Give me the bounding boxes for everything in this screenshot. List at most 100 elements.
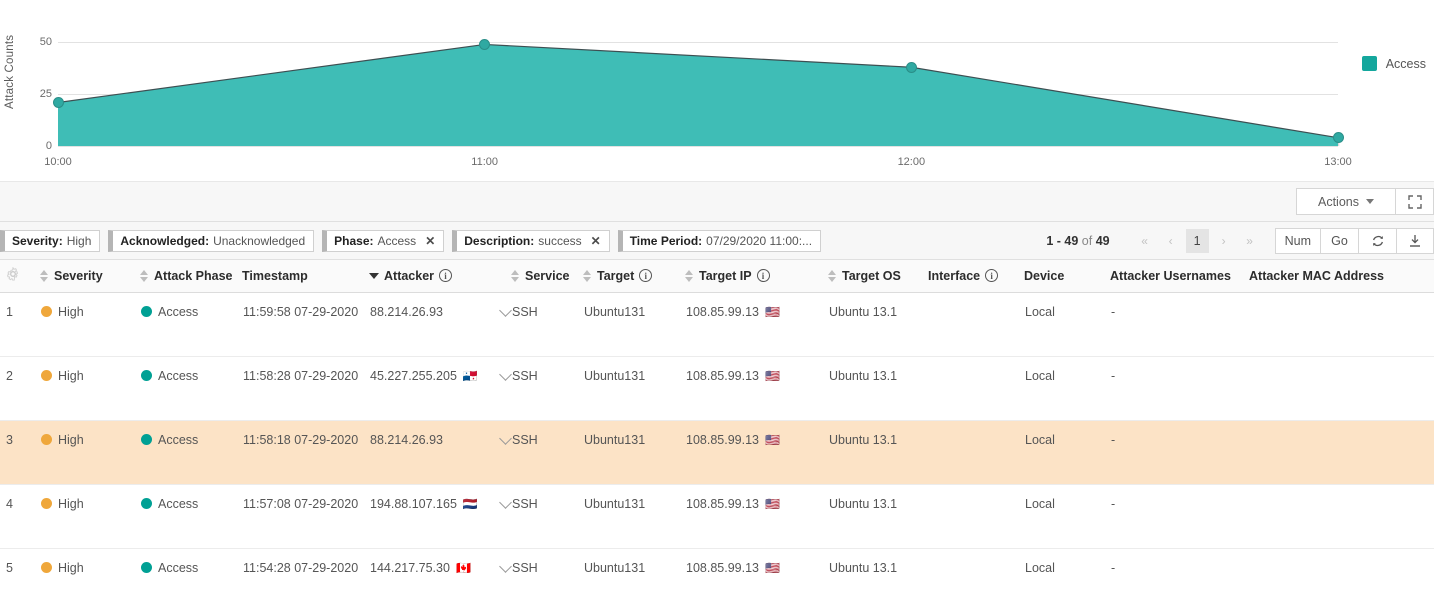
row-index-label: 3 <box>6 432 13 447</box>
attacker-expand-chevron-icon[interactable] <box>499 367 512 381</box>
column-header-label: Target IP <box>699 268 752 283</box>
service-label: SSH <box>512 432 538 447</box>
alerts-table-head: Severity Attack Phase Timestamp Attacker i Se… <box>0 260 1434 293</box>
cell-target-os: Ubuntu 13.1 <box>828 484 928 549</box>
column-header-service[interactable]: Service <box>511 260 583 293</box>
attacker-expand-chevron-icon[interactable] <box>499 303 512 317</box>
severity-dot <box>41 306 52 317</box>
filter-chip[interactable]: Time Period: 07/29/2020 11:00:... <box>617 229 822 252</box>
filter-chip[interactable]: Description: success ✕ <box>452 229 610 252</box>
attack-phase-label: Access <box>158 368 199 383</box>
filter-chip[interactable]: Acknowledged: Unacknowledged <box>108 229 315 252</box>
cell-device: Local <box>1024 484 1110 549</box>
attacker-expand-chevron-icon[interactable] <box>499 431 512 445</box>
target-country-flag-icon: 🇺🇸 <box>765 304 780 319</box>
pagination-last-button[interactable]: » <box>1237 234 1263 248</box>
attack-phase-label: Access <box>158 304 199 319</box>
cell-attacker-usernames: - <box>1110 356 1249 421</box>
column-header-label: Timestamp <box>242 268 308 283</box>
refresh-button[interactable] <box>1358 228 1396 254</box>
row-index: 5 <box>0 548 40 609</box>
chart-data-point[interactable] <box>52 96 64 108</box>
legend-swatch-access <box>1361 56 1377 71</box>
timestamp-label: 11:58:18 07-29-2020 <box>243 432 359 447</box>
filter-chip[interactable]: Severity: High <box>0 229 101 252</box>
sort-icon[interactable] <box>685 269 694 282</box>
chart-area-fill <box>58 44 1338 146</box>
attacker-country-flag-icon: 🇨🇦 <box>455 560 471 575</box>
pagination-prev-button[interactable]: ‹ <box>1158 234 1184 248</box>
cell-interface <box>928 548 1024 609</box>
attacker-expand-chevron-icon[interactable] <box>499 495 512 509</box>
sort-desc-icon[interactable] <box>369 272 379 279</box>
column-header-severity[interactable]: Severity <box>40 260 140 293</box>
target-label: Ubuntu131 <box>584 368 646 383</box>
table-row[interactable]: 2 High Access 11:58:28 07-29-2020 45.227.255… <box>0 356 1434 421</box>
actions-button[interactable]: Actions <box>1296 188 1396 215</box>
table-row[interactable]: 3 High Access 11:58:18 07-29-2020 88.214.26.… <box>0 420 1434 485</box>
column-header-target-os[interactable]: Target OS <box>828 260 928 293</box>
pagination-next-button[interactable]: › <box>1211 234 1237 248</box>
info-icon[interactable]: i <box>985 269 999 283</box>
filter-chip-key: Phase: <box>334 233 374 248</box>
cell-attacker-usernames: - <box>1110 292 1249 357</box>
table-row[interactable]: 4 High Access 11:57:08 07-29-2020 194.88.107… <box>0 484 1434 549</box>
column-header-target[interactable]: Target i <box>583 260 685 293</box>
table-row[interactable]: 1 High Access 11:59:58 07-29-2020 88.214.26.… <box>0 292 1434 357</box>
sort-icon[interactable] <box>583 269 592 282</box>
row-index-label: 5 <box>6 560 13 575</box>
attacker-expand-chevron-icon[interactable] <box>499 559 512 573</box>
filter-chip-key: Acknowledged: <box>120 233 210 248</box>
info-icon[interactable]: i <box>639 269 653 283</box>
column-header-target-ip[interactable]: Target IP i <box>685 260 828 293</box>
chart-data-point[interactable] <box>479 38 491 50</box>
device-label: Local <box>1025 560 1055 575</box>
cell-attack-phase: Access <box>140 356 242 421</box>
pagination-page-1[interactable]: 1 <box>1185 229 1209 253</box>
timestamp-label: 11:58:28 07-29-2020 <box>243 368 359 383</box>
device-label: Local <box>1025 432 1055 447</box>
table-row[interactable]: 5 High Access 11:54:28 07-29-2020 144.217.75… <box>0 548 1434 609</box>
column-header-timestamp[interactable]: Timestamp <box>242 260 369 293</box>
column-header-interface[interactable]: Interface i <box>928 260 1024 293</box>
sort-icon[interactable] <box>140 269 149 282</box>
sort-icon[interactable] <box>40 269 49 282</box>
column-header-attacker-usernames[interactable]: Attacker Usernames <box>1110 260 1249 293</box>
filter-chip-remove-icon[interactable]: ✕ <box>425 234 435 248</box>
chart-data-point[interactable] <box>1332 132 1344 144</box>
expand-button[interactable] <box>1396 188 1434 215</box>
filter-chip-list: Severity: High Acknowledged: Unacknowledged… <box>0 229 822 252</box>
target-os-label: Ubuntu 13.1 <box>829 496 898 511</box>
chart-x-tick: 13:00 <box>1324 140 1352 168</box>
info-icon[interactable]: i <box>756 269 770 283</box>
filter-chip-remove-icon[interactable]: ✕ <box>591 234 601 248</box>
attacker-ip-label: 88.214.26.93 <box>370 304 443 319</box>
column-header-attack-phase[interactable]: Attack Phase <box>140 260 242 293</box>
cell-severity: High <box>40 484 140 549</box>
cell-attacker-usernames: - <box>1110 548 1249 609</box>
cell-attacker: 88.214.26.93 <box>369 292 512 357</box>
column-header-device[interactable]: Device <box>1024 260 1110 293</box>
cell-attacker: 144.217.75.30 🇨🇦 <box>369 548 512 609</box>
filter-chip-value: Access <box>377 233 417 248</box>
column-settings-header[interactable] <box>0 260 40 293</box>
filter-chip[interactable]: Phase: Access ✕ <box>322 229 445 252</box>
cell-severity: High <box>40 292 140 357</box>
row-index: 4 <box>0 484 40 549</box>
cell-service: SSH <box>511 420 583 485</box>
sort-icon[interactable] <box>828 269 837 282</box>
sort-icon[interactable] <box>511 269 520 282</box>
info-icon[interactable]: i <box>439 269 453 283</box>
chart-canvas[interactable]: 0 25 50 10:00 11:00 12:00 13:00 <box>40 32 1352 168</box>
cell-attacker-mac <box>1249 484 1434 549</box>
target-ip-label: 108.85.99.13 <box>686 432 759 447</box>
download-button[interactable] <box>1396 228 1434 254</box>
page-go-button[interactable]: Go <box>1320 228 1358 254</box>
chart-data-point[interactable] <box>905 61 917 73</box>
legend-label-access[interactable]: Access <box>1386 57 1426 71</box>
cell-target-ip: 108.85.99.13 🇺🇸 <box>685 356 828 421</box>
page-num-input[interactable]: Num <box>1274 228 1320 254</box>
column-header-attacker-mac-address[interactable]: Attacker MAC Address <box>1249 260 1434 293</box>
column-header-attacker[interactable]: Attacker i <box>369 260 511 293</box>
pagination-first-button[interactable]: « <box>1132 234 1158 248</box>
